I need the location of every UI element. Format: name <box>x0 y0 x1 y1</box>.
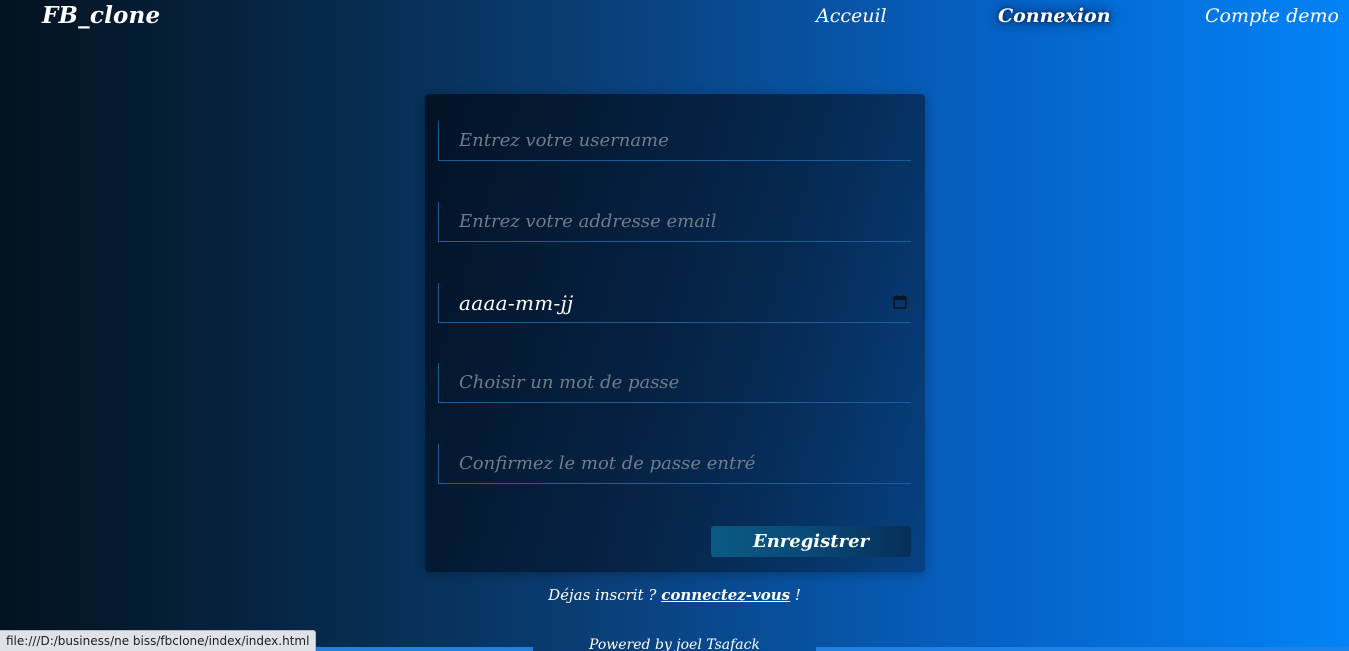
birthdate-input[interactable]: aaaa-mm-jj <box>459 291 574 315</box>
navbar: FB_clone Acceuil Connexion Compte demo <box>0 0 1349 36</box>
username-field-wrapper <box>438 121 911 161</box>
calendar-icon[interactable] <box>893 294 907 309</box>
nav-link-compte-demo[interactable]: Compte demo <box>1205 5 1339 27</box>
browser-status-url: file:///D:/business/ne biss/fbclone/inde… <box>0 630 317 651</box>
username-input[interactable] <box>439 121 911 160</box>
register-button[interactable]: Enregistrer <box>711 526 911 557</box>
email-input[interactable] <box>439 202 911 241</box>
login-prompt-end: ! <box>790 586 801 604</box>
login-prompt-text: Déjas inscrit ? <box>548 586 662 604</box>
nav-link-acceuil[interactable]: Acceuil <box>816 5 887 27</box>
password-input[interactable] <box>439 363 911 402</box>
password-field-wrapper <box>438 363 911 403</box>
birthdate-field-wrapper[interactable]: aaaa-mm-jj <box>438 283 911 323</box>
signup-form-card: aaaa-mm-jj Enregistrer <box>425 94 925 572</box>
brand-logo[interactable]: FB_clone <box>42 2 160 29</box>
confirm-password-field-wrapper <box>438 444 911 484</box>
confirm-password-input[interactable] <box>439 444 911 483</box>
nav-link-connexion[interactable]: Connexion <box>998 5 1111 27</box>
email-field-wrapper <box>438 202 911 242</box>
login-link[interactable]: connectez-vous <box>661 586 790 604</box>
login-prompt: Déjas inscrit ? connectez-vous ! <box>0 586 1349 604</box>
